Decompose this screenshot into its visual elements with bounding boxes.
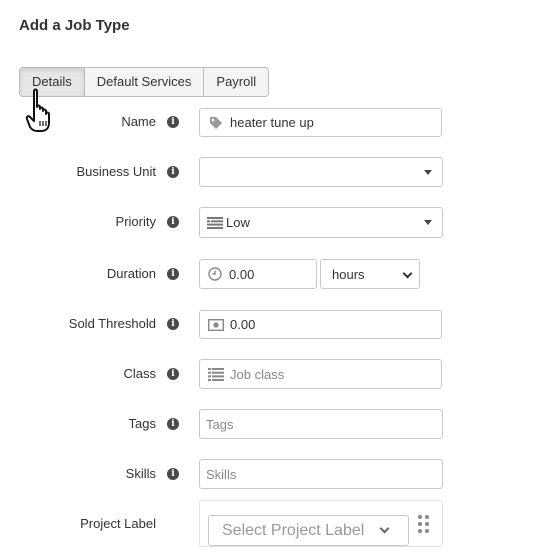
- business-unit-label: Business Unit: [76, 164, 156, 179]
- business-unit-select[interactable]: [199, 157, 443, 187]
- project-label-container: Select Project Label: [199, 500, 443, 547]
- page-title: Add a Job Type: [19, 17, 130, 34]
- drag-handle-icon[interactable]: [418, 515, 430, 535]
- class-field[interactable]: Job class: [199, 359, 442, 389]
- name-field[interactable]: heater tune up: [199, 108, 442, 137]
- caret-down-icon: [424, 220, 432, 225]
- tags-placeholder: Tags: [206, 416, 234, 432]
- tag-icon: [208, 116, 224, 130]
- class-label: Class: [123, 366, 156, 381]
- info-icon[interactable]: i: [167, 166, 179, 178]
- name-value: heater tune up: [230, 115, 314, 130]
- project-label-select[interactable]: Select Project Label: [208, 515, 409, 546]
- project-label-placeholder: Select Project Label: [222, 521, 365, 539]
- skills-placeholder: Skills: [206, 466, 237, 482]
- caret-down-icon: [424, 170, 432, 175]
- duration-label: Duration: [106, 266, 156, 281]
- info-icon[interactable]: i: [167, 318, 179, 330]
- duration-unit-value: hours: [332, 266, 365, 282]
- tab-payroll[interactable]: Payroll: [204, 68, 269, 96]
- duration-field[interactable]: 0.00: [199, 259, 317, 289]
- chevron-down-icon: [402, 268, 413, 279]
- priority-bars-icon: [207, 216, 223, 229]
- tab-default-services[interactable]: Default Services: [84, 68, 205, 96]
- clock-icon: [207, 267, 223, 281]
- tags-input[interactable]: Tags: [199, 409, 443, 439]
- priority-value: Low: [226, 215, 250, 230]
- info-icon[interactable]: i: [167, 468, 179, 480]
- tags-label: Tags: [128, 416, 156, 431]
- duration-unit-select[interactable]: hours: [320, 259, 420, 289]
- duration-value: 0.00: [229, 266, 255, 282]
- hand-pointer-icon: [25, 88, 50, 132]
- chevron-down-icon: [379, 523, 390, 534]
- sold-threshold-value: 0.00: [230, 317, 256, 332]
- sold-threshold-label: Sold Threshold: [68, 316, 156, 331]
- money-icon: [208, 318, 224, 331]
- project-label-label: Project Label: [80, 516, 156, 531]
- priority-label: Priority: [115, 214, 156, 229]
- class-placeholder: Job class: [230, 366, 285, 382]
- list-icon: [208, 367, 224, 381]
- sold-threshold-field[interactable]: 0.00: [199, 310, 442, 339]
- info-icon[interactable]: i: [167, 268, 179, 280]
- info-icon[interactable]: i: [167, 216, 179, 228]
- skills-input[interactable]: Skills: [199, 459, 443, 489]
- skills-label: Skills: [125, 466, 156, 481]
- info-icon[interactable]: i: [167, 368, 179, 380]
- info-icon[interactable]: i: [167, 116, 179, 128]
- priority-select[interactable]: Low: [199, 207, 443, 238]
- info-icon[interactable]: i: [167, 418, 179, 430]
- name-label: Name: [121, 114, 156, 129]
